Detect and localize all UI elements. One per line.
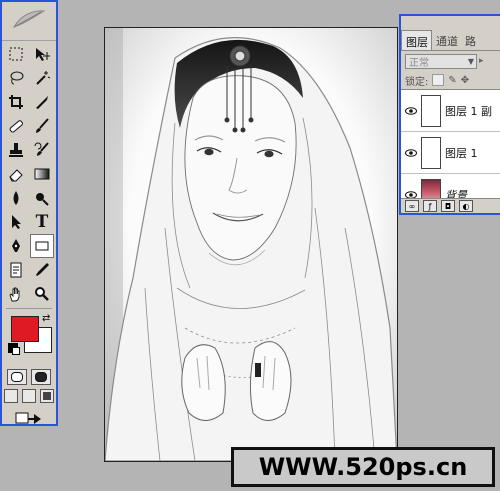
chevron-down-icon: ▼ bbox=[467, 56, 474, 66]
document-canvas[interactable] bbox=[104, 27, 398, 462]
magic-wand-tool[interactable] bbox=[30, 66, 54, 90]
link-layers-icon[interactable]: ∞ bbox=[405, 200, 419, 212]
lasso-tool[interactable] bbox=[4, 66, 28, 90]
move-arrow-icon bbox=[36, 48, 50, 61]
swap-colors-icon[interactable]: ⇄ bbox=[42, 313, 50, 324]
watermark-box: WWW.520ps.cn bbox=[231, 447, 495, 487]
standard-screen-button[interactable] bbox=[4, 389, 18, 403]
layer-row[interactable]: 图层 1 副 bbox=[401, 90, 500, 132]
knife-icon bbox=[36, 96, 48, 109]
dodge-tool[interactable] bbox=[30, 186, 54, 210]
sketch-portrait-image bbox=[105, 28, 397, 461]
eyedropper-icon bbox=[36, 263, 49, 276]
magnifier-icon bbox=[35, 287, 49, 301]
pen-icon bbox=[12, 239, 20, 252]
gradient-tool[interactable] bbox=[30, 162, 54, 186]
lock-move-icon[interactable]: ✥ bbox=[461, 75, 469, 86]
layer-mask-icon[interactable]: ◘ bbox=[441, 200, 455, 212]
brush-icon bbox=[36, 118, 49, 133]
lock-transparency-checkbox[interactable] bbox=[432, 74, 445, 86]
healing-brush-tool[interactable] bbox=[4, 114, 28, 138]
stamp-tool[interactable] bbox=[4, 138, 28, 162]
layers-footer: ∞ ƒ ◘ ◐ bbox=[401, 198, 500, 213]
tab-paths[interactable]: 路 bbox=[461, 30, 479, 50]
jump-row bbox=[2, 407, 56, 429]
default-colors-icon[interactable] bbox=[8, 343, 20, 355]
rect-shape-icon bbox=[35, 241, 49, 251]
crop-icon bbox=[9, 95, 23, 109]
layer-name: 图层 1 bbox=[445, 146, 478, 160]
eye-icon[interactable] bbox=[401, 148, 421, 157]
arrow-icon bbox=[12, 215, 21, 229]
pen-tool[interactable] bbox=[4, 234, 28, 258]
move-tool[interactable] bbox=[30, 42, 54, 66]
screen-mode-row bbox=[2, 389, 56, 403]
standard-mode-button[interactable] bbox=[7, 369, 27, 385]
layer-name: 图层 1 副 bbox=[445, 104, 492, 118]
notes-icon bbox=[10, 262, 22, 278]
quick-mask-button[interactable] bbox=[31, 369, 51, 385]
layer-row[interactable]: 图层 1 bbox=[401, 132, 500, 174]
blend-mode-select[interactable]: 正常 ▼ bbox=[405, 53, 477, 69]
tab-channels[interactable]: 通道 bbox=[432, 30, 461, 50]
standard-mode-icon bbox=[11, 372, 23, 382]
slice-tool[interactable] bbox=[30, 90, 54, 114]
lock-row: 锁定: ✎ ✥ bbox=[401, 71, 500, 89]
notes-tool[interactable] bbox=[4, 258, 28, 282]
tool-grid: T bbox=[2, 41, 56, 306]
stamp-icon bbox=[9, 143, 23, 157]
lock-paint-icon[interactable]: ✎ bbox=[448, 75, 456, 86]
hand-tool[interactable] bbox=[4, 282, 28, 306]
zoom-tool[interactable] bbox=[30, 282, 54, 306]
tab-layers[interactable]: 图层 bbox=[401, 30, 432, 50]
toolbox-header bbox=[2, 2, 56, 41]
crop-tool[interactable] bbox=[4, 90, 28, 114]
jump-to-icon bbox=[15, 412, 41, 424]
color-swatches: ⇄ bbox=[8, 313, 56, 365]
history-brush-tool[interactable] bbox=[30, 138, 54, 162]
blend-mode-value: 正常 bbox=[409, 57, 429, 69]
eraser-icon bbox=[9, 169, 23, 182]
quick-mask-icon bbox=[35, 372, 47, 382]
feather-icon[interactable] bbox=[11, 7, 47, 35]
menu-screen-button[interactable] bbox=[22, 389, 36, 403]
drop-icon bbox=[13, 191, 19, 205]
mask-mode-row bbox=[2, 369, 56, 385]
history-brush-icon bbox=[34, 142, 49, 156]
layer-style-icon[interactable]: ƒ bbox=[423, 200, 437, 212]
type-icon: T bbox=[35, 212, 49, 232]
eye-icon[interactable] bbox=[401, 106, 421, 115]
brush-tool[interactable] bbox=[30, 114, 54, 138]
layer-thumbnail bbox=[421, 94, 441, 127]
adjustment-layer-icon[interactable]: ◐ bbox=[459, 200, 473, 212]
watermark-text: WWW.520ps.cn bbox=[258, 453, 468, 481]
full-screen-button[interactable] bbox=[40, 389, 54, 403]
layers-palette: 图层 通道 路 正常 ▼ ▸ 锁定: ✎ ✥ 图层 1 副 图层 1 背景 ∞ … bbox=[399, 14, 500, 215]
gradient-icon bbox=[34, 168, 50, 180]
layer-thumbnail bbox=[421, 136, 441, 169]
magic-wand-icon bbox=[36, 71, 50, 85]
toolbox-divider bbox=[6, 308, 52, 309]
marquee-tool[interactable] bbox=[4, 42, 28, 66]
lasso-icon bbox=[10, 71, 24, 85]
palette-tabs: 图层 通道 路 bbox=[401, 30, 500, 51]
dodge-icon bbox=[36, 193, 49, 206]
layer-list: 图层 1 副 图层 1 背景 bbox=[401, 89, 500, 213]
dashed-rect-icon bbox=[9, 47, 23, 61]
blur-tool[interactable] bbox=[4, 186, 28, 210]
blend-mode-row: 正常 ▼ ▸ bbox=[401, 51, 500, 71]
path-select-tool[interactable] bbox=[4, 210, 28, 234]
jump-to-imageready-button[interactable] bbox=[9, 407, 49, 429]
type-tool[interactable]: T bbox=[30, 210, 54, 234]
shape-tool[interactable] bbox=[30, 234, 54, 258]
bandage-icon bbox=[9, 120, 23, 133]
tools-palette: T ⇄ bbox=[0, 0, 58, 426]
eraser-tool[interactable] bbox=[4, 162, 28, 186]
eyedropper-tool[interactable] bbox=[30, 258, 54, 282]
lock-label: 锁定: bbox=[405, 76, 429, 88]
foreground-color-swatch[interactable] bbox=[11, 316, 39, 342]
hand-icon bbox=[9, 287, 20, 302]
opacity-arrow-icon[interactable]: ▸ bbox=[479, 56, 484, 66]
